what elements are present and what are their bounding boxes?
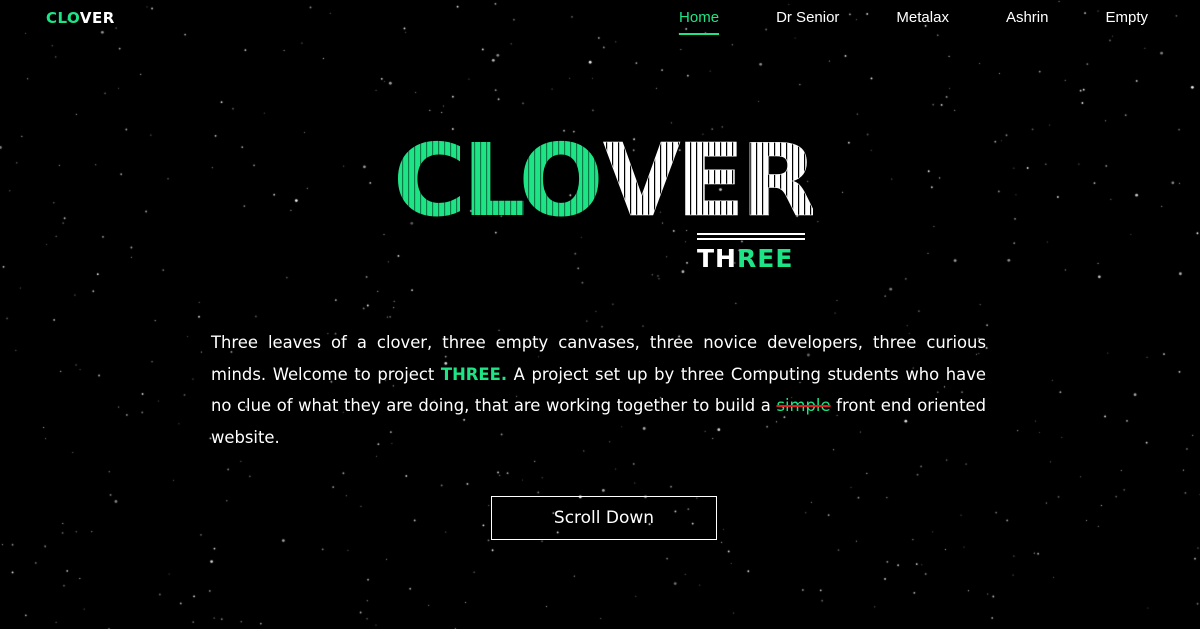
landing-page: CLOVER Home Dr Senior Metalax Ashrin Emp… xyxy=(0,0,1200,629)
intro-paragraph: Three leaves of a clover, three empty ca… xyxy=(211,327,986,453)
main-nav: Home Dr Senior Metalax Ashrin Empty xyxy=(622,8,1148,35)
subtitle-text: THREE xyxy=(697,245,805,273)
nav-item-dr-senior[interactable]: Dr Senior xyxy=(776,8,839,32)
subtitle-double-rule xyxy=(697,233,805,240)
hero-title-part-green: CLO xyxy=(393,122,600,232)
site-logo[interactable]: CLOVER xyxy=(46,8,115,28)
nav-item-empty[interactable]: Empty xyxy=(1105,8,1148,32)
nav-item-metalax[interactable]: Metalax xyxy=(896,8,949,32)
hero-title-wordmark: CLO VER xyxy=(393,122,813,232)
subtitle-part-green: REE xyxy=(736,244,794,273)
nav-item-home[interactable]: Home xyxy=(679,8,720,35)
hero-title: CLO VER xyxy=(393,122,813,232)
intro-highlight: THREE. xyxy=(440,364,508,384)
hero-title-part-white: VER xyxy=(603,122,813,232)
hero-subtitle: THREE xyxy=(697,233,805,273)
intro-struck-word: simple xyxy=(776,396,831,416)
logo-part-green: CLO xyxy=(46,9,80,27)
top-navigation-bar: CLOVER Home Dr Senior Metalax Ashrin Emp… xyxy=(0,0,1200,40)
scroll-down-button[interactable]: Scroll Down xyxy=(491,496,717,540)
subtitle-part-white: TH xyxy=(697,244,737,273)
logo-part-white: VER xyxy=(79,9,115,27)
nav-item-ashrin[interactable]: Ashrin xyxy=(1006,8,1049,32)
